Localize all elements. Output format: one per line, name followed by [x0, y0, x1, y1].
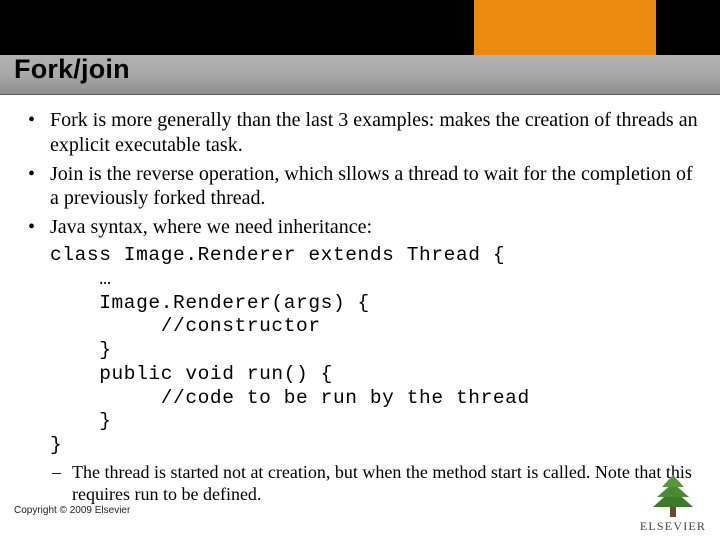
bullet-item: Java syntax, where we need inheritance:: [24, 215, 704, 240]
bullet-item: Fork is more generally than the last 3 e…: [24, 108, 704, 158]
copyright-text: Copyright © 2009 Elsevier: [14, 505, 130, 516]
code-block: class Image.Renderer extends Thread { … …: [50, 244, 704, 458]
slide: Fork/join Fork is more generally than th…: [0, 0, 720, 540]
sub-bullet-list: The thread is started not at creation, b…: [50, 462, 704, 505]
elsevier-tree-icon: [648, 473, 698, 517]
sub-bullet-item: The thread is started not at creation, b…: [50, 462, 704, 505]
publisher-logo: ELSEVIER: [634, 473, 712, 534]
bullet-list: Fork is more generally than the last 3 e…: [24, 108, 704, 240]
page-title: Fork/join: [14, 54, 130, 85]
header-accent: [474, 0, 656, 55]
publisher-name: ELSEVIER: [634, 519, 712, 534]
content-body: Fork is more generally than the last 3 e…: [24, 108, 704, 505]
bullet-item: Join is the reverse operation, which sll…: [24, 162, 704, 212]
